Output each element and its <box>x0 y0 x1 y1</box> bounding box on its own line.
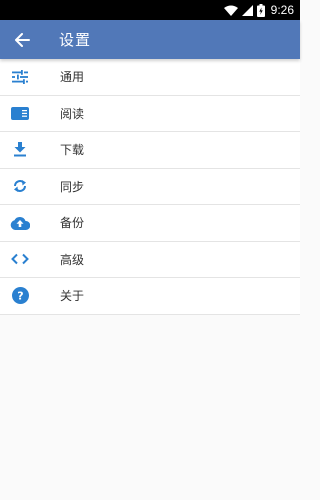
settings-item-label: 通用 <box>60 70 85 85</box>
empty-area <box>0 315 300 500</box>
reading-icon <box>0 106 40 120</box>
arrow-left-icon <box>14 32 30 47</box>
cloud-upload-icon <box>0 216 40 230</box>
sync-icon <box>0 178 40 194</box>
signal-icon <box>241 4 253 16</box>
settings-item-about[interactable]: ? 关于 <box>0 278 300 315</box>
status-time: 9:26 <box>270 3 294 17</box>
battery-icon <box>256 3 265 17</box>
page-title: 设置 <box>59 31 92 49</box>
wifi-icon <box>223 5 238 16</box>
settings-item-download[interactable]: 下载 <box>0 132 300 169</box>
settings-item-label: 阅读 <box>60 106 85 121</box>
settings-item-advanced[interactable]: 高级 <box>0 242 300 278</box>
status-bar: 9:26 <box>0 0 300 20</box>
help-icon: ? <box>0 287 40 305</box>
settings-item-label: 备份 <box>60 216 85 231</box>
settings-item-backup[interactable]: 备份 <box>0 205 300 242</box>
back-button[interactable] <box>0 20 44 59</box>
settings-item-reading[interactable]: 阅读 <box>0 96 300 132</box>
settings-item-label: 同步 <box>60 179 85 194</box>
app-bar: 设置 <box>0 20 300 59</box>
settings-list: 通用 阅读 下载 同步 备份 高级 ? 关于 <box>0 59 300 315</box>
code-brackets-icon <box>0 253 40 265</box>
tune-sliders-icon <box>0 69 40 84</box>
settings-item-label: 下载 <box>60 143 85 158</box>
settings-item-sync[interactable]: 同步 <box>0 169 300 205</box>
download-icon <box>0 142 40 157</box>
svg-text:?: ? <box>17 290 23 303</box>
settings-item-label: 高级 <box>60 252 85 267</box>
settings-item-label: 关于 <box>60 289 85 304</box>
settings-item-general[interactable]: 通用 <box>0 59 300 96</box>
